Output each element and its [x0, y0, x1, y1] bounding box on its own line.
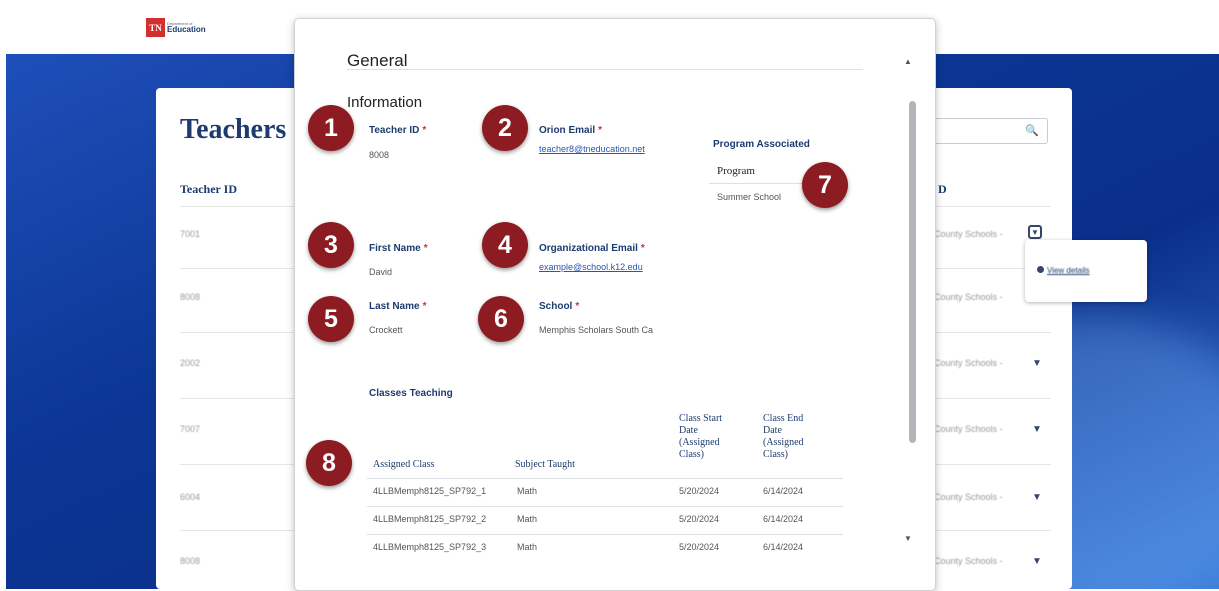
school-value: Memphis Scholars South Ca	[539, 325, 654, 335]
program-associated-label: Program Associated	[713, 139, 810, 150]
callout-badge-5: 5	[308, 296, 354, 342]
callout-badge-3: 3	[308, 222, 354, 268]
first-name-label: First Name *	[369, 243, 428, 254]
table-row-district: County Schools -	[934, 424, 1003, 434]
row-divider	[931, 398, 1051, 399]
table-cell-start: 5/20/2024	[679, 486, 720, 496]
classes-teaching-label: Classes Teaching	[369, 388, 453, 399]
row-divider	[931, 464, 1051, 465]
title-divider	[347, 69, 863, 70]
last-name-label: Last Name *	[369, 301, 427, 312]
chevron-down-icon[interactable]: ▼	[1032, 556, 1042, 567]
row-divider	[931, 332, 1051, 333]
callout-badge-8: 8	[306, 440, 352, 486]
row-divider	[180, 464, 300, 465]
orion-email-label: Orion Email *	[539, 125, 603, 136]
callout-badge-6: 6	[478, 296, 524, 342]
teacher-id-value: 8008	[369, 150, 390, 160]
table-cell-subject: Math	[517, 542, 538, 552]
callout-badge-2: 2	[482, 105, 528, 151]
table-divider	[367, 478, 843, 479]
table-row-id: 6004	[180, 492, 201, 502]
row-divider	[931, 206, 1051, 207]
column-header-end-date: Class End Date (Assigned Class)	[763, 413, 804, 460]
table-cell-end: 6/14/2024	[763, 486, 804, 496]
table-cell-end: 6/14/2024	[763, 514, 804, 524]
row-divider	[180, 530, 300, 531]
table-row-district: County Schools -	[934, 229, 1003, 239]
page-title: Teachers	[180, 114, 287, 145]
logo-text: Department of Education	[167, 21, 206, 34]
table-row-id: 7007	[180, 424, 201, 434]
last-name-value: Crockett	[369, 325, 403, 335]
program-column-header: Program	[717, 165, 755, 177]
table-row-district: County Schools -	[934, 292, 1003, 302]
organizational-email-label: Organizational Email *	[539, 243, 645, 254]
column-header-assigned-class: Assigned Class	[373, 459, 435, 470]
column-header-teacher-id[interactable]: Teacher ID	[180, 182, 237, 197]
teacher-details-modal: General Information Teacher ID * 8008 Ori…	[294, 18, 936, 591]
scroll-down-arrow-icon[interactable]: ▼	[904, 534, 912, 543]
table-row-id: 8008	[180, 556, 201, 566]
organizational-email-link[interactable]: example@school.k12.edu	[539, 262, 643, 272]
section-heading: Information	[347, 94, 423, 111]
chevron-down-icon[interactable]: ▼	[1028, 225, 1042, 239]
table-cell-class: 4LLBMemph8125_SP792_1	[373, 486, 487, 496]
table-row-id: 7001	[180, 229, 201, 239]
logo-name: Education	[167, 24, 206, 34]
row-divider	[180, 398, 300, 399]
table-row-district: County Schools -	[934, 556, 1003, 566]
table-row-id: 2002	[180, 358, 201, 368]
table-cell-start: 5/20/2024	[679, 542, 720, 552]
table-divider	[367, 534, 843, 535]
table-cell-class: 4LLBMemph8125_SP792_2	[373, 514, 487, 524]
tn-education-logo[interactable]: TN Department of Education	[146, 18, 206, 37]
column-header-district[interactable]: D	[938, 182, 947, 197]
table-divider	[367, 506, 843, 507]
chevron-down-icon[interactable]: ▼	[1032, 492, 1042, 503]
table-row-district: County Schools -	[934, 358, 1003, 368]
callout-badge-4: 4	[482, 222, 528, 268]
callout-badge-7: 7	[802, 162, 848, 208]
table-cell-start: 5/20/2024	[679, 514, 720, 524]
logo-mark: TN	[146, 18, 165, 37]
teacher-id-label: Teacher ID *	[369, 125, 427, 136]
orion-email-link[interactable]: teacher8@tneducation.net	[539, 144, 645, 154]
school-label: School *	[539, 301, 580, 312]
program-value: Summer School	[717, 192, 782, 202]
view-details-link[interactable]: View details	[1047, 266, 1090, 275]
scroll-up-arrow-icon[interactable]: ▲	[904, 57, 912, 66]
table-cell-subject: Math	[517, 514, 538, 524]
row-actions-popover: View details	[1025, 240, 1147, 302]
first-name-value: David	[369, 267, 393, 277]
view-icon	[1037, 266, 1044, 273]
search-icon[interactable]: 🔍	[1025, 124, 1039, 137]
modal-title: General	[347, 51, 408, 70]
row-divider	[180, 268, 300, 269]
table-cell-subject: Math	[517, 486, 538, 496]
table-cell-end: 6/14/2024	[763, 542, 804, 552]
modal-scrollbar[interactable]	[909, 101, 916, 443]
table-row-id: 8008	[180, 292, 201, 302]
table-row-district: County Schools -	[934, 492, 1003, 502]
row-divider	[180, 206, 300, 207]
chevron-down-icon[interactable]: ▼	[1032, 424, 1042, 435]
table-cell-class: 4LLBMemph8125_SP792_3	[373, 542, 487, 552]
row-divider	[931, 530, 1051, 531]
callout-badge-1: 1	[308, 105, 354, 151]
row-divider	[180, 332, 300, 333]
chevron-down-icon[interactable]: ▼	[1032, 358, 1042, 369]
column-header-subject: Subject Taught	[515, 459, 575, 470]
column-header-start-date: Class Start Date (Assigned Class)	[679, 413, 723, 460]
program-divider	[709, 183, 804, 184]
